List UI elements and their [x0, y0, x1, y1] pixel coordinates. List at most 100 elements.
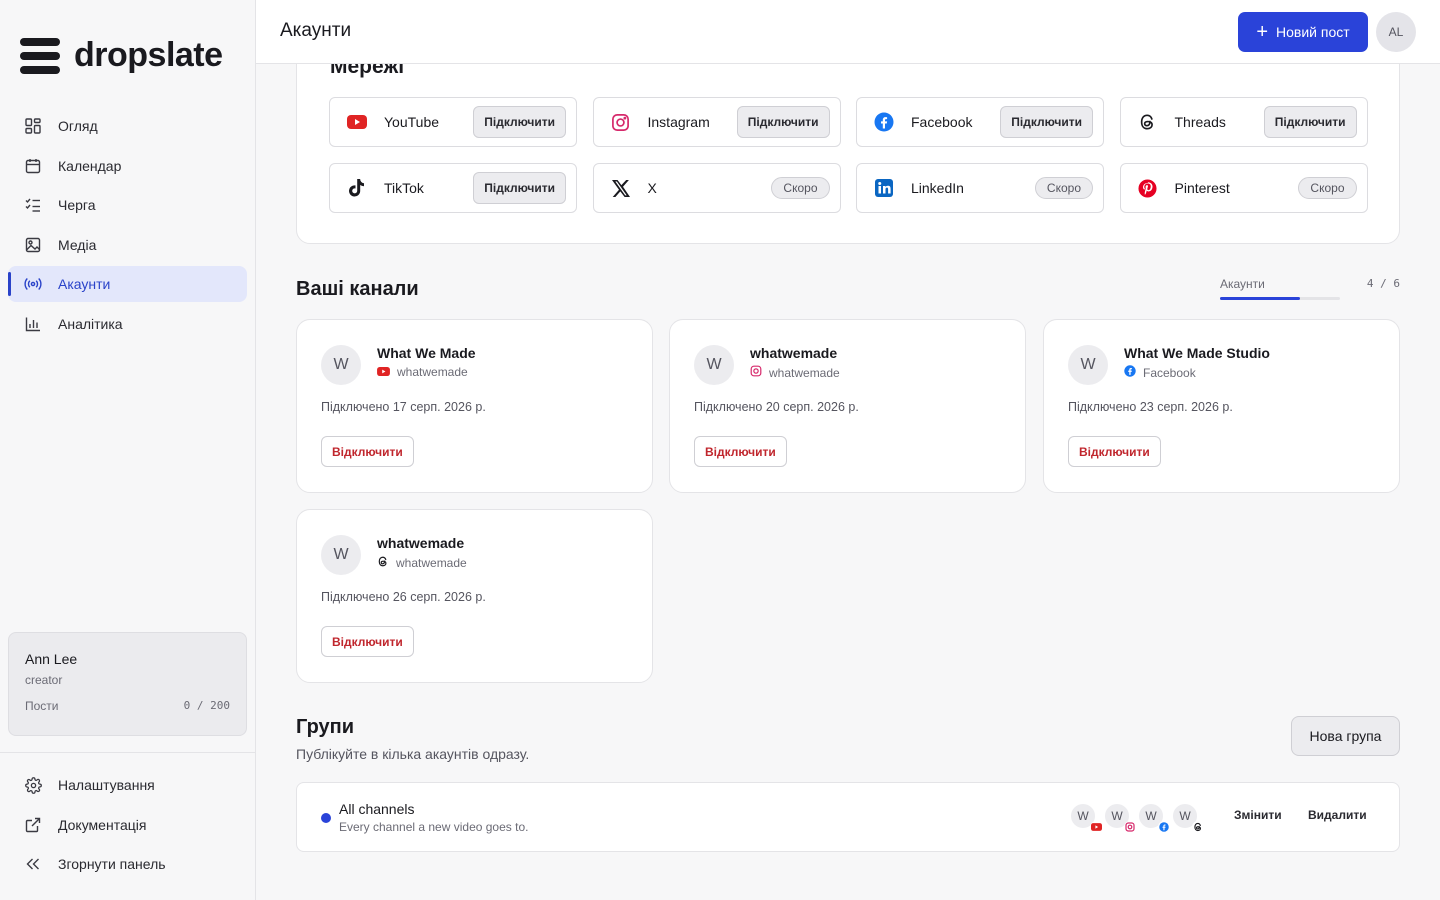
sidebar-item-docs[interactable]: Документація	[8, 807, 247, 843]
connect-facebook-button[interactable]: Підключити	[1000, 106, 1093, 138]
network-name: X	[647, 180, 657, 196]
delete-group-button[interactable]: Видалити	[1308, 808, 1367, 822]
brand-logo[interactable]: dropslate	[20, 36, 223, 75]
facebook-icon	[1124, 365, 1136, 380]
page-title: Акаунти	[280, 20, 352, 41]
threads-icon	[377, 555, 389, 571]
plus-icon: +	[1256, 21, 1269, 43]
sidebar-item-overview[interactable]: Огляд	[8, 108, 247, 144]
group-name: All channels	[339, 801, 415, 817]
sidebar: dropslate Огляд Календар Черга Медіа Ака…	[0, 0, 256, 900]
new-post-label: Новий пост	[1276, 24, 1350, 40]
channel-name: whatwemade	[750, 345, 838, 361]
member-initial: W	[1077, 809, 1089, 823]
channel-avatar: W	[694, 345, 734, 385]
sidebar-item-analytics[interactable]: Аналітика	[8, 306, 247, 342]
group-color-dot	[321, 813, 331, 823]
network-linkedin: LinkedIn Скоро	[856, 163, 1104, 213]
group-member-avatar: W	[1171, 802, 1204, 833]
quota-label: Акаунти	[1220, 277, 1265, 291]
youtube-icon	[1090, 821, 1102, 833]
main-content: Мережі YouTube Підключити Instagram Підк…	[256, 64, 1440, 900]
topbar: Акаунти + Новий пост AL	[256, 0, 1440, 64]
logo-mark-icon	[20, 37, 60, 74]
network-name: TikTok	[384, 180, 424, 196]
sidebar-item-label: Медіа	[58, 236, 97, 253]
sidebar-item-calendar[interactable]: Календар	[8, 148, 247, 184]
network-name: Threads	[1174, 114, 1226, 130]
channel-avatar: W	[321, 535, 361, 575]
threads-icon	[1137, 111, 1159, 133]
disconnect-button[interactable]: Відключити	[321, 436, 414, 467]
network-instagram: Instagram Підключити	[592, 97, 841, 147]
connect-tiktok-button[interactable]: Підключити	[473, 172, 566, 204]
network-name: YouTube	[384, 114, 440, 130]
sidebar-item-label: Документація	[58, 816, 147, 833]
user-posts-usage: Пости 0 / 200	[25, 699, 230, 713]
disconnect-button[interactable]: Відключити	[694, 436, 787, 467]
connect-threads-button[interactable]: Підключити	[1263, 106, 1357, 138]
instagram-icon	[750, 365, 762, 380]
network-name: Pinterest	[1174, 180, 1230, 196]
groups-subtitle: Публікуйте в кілька акаунтів одразу.	[296, 746, 530, 762]
coming-soon-badge: Скоро	[1298, 177, 1357, 199]
edit-group-button[interactable]: Змінити	[1234, 808, 1282, 822]
sidebar-item-label: Акаунти	[58, 276, 111, 292]
channel-handle: whatwemade	[377, 365, 468, 379]
quota-progress-bar	[1220, 297, 1340, 300]
network-grid: YouTube Підключити Instagram Підключити …	[329, 97, 1368, 213]
group-member-avatar: W	[1069, 802, 1102, 833]
x-icon	[610, 177, 632, 199]
connected-date: Підключено 20 серп. 2026 р.	[694, 400, 859, 414]
channel-card: W What We Made Studio Facebook Підключен…	[1043, 319, 1400, 493]
pinterest-icon	[1137, 177, 1159, 199]
channel-handle: whatwemade	[750, 365, 840, 380]
linkedin-icon	[873, 177, 895, 199]
sidebar-item-label: Огляд	[58, 118, 98, 134]
sidebar-item-label: Налаштування	[58, 777, 155, 793]
connected-date: Підключено 23 серп. 2026 р.	[1068, 400, 1233, 414]
posts-label: Пости	[25, 699, 59, 713]
connect-instagram-button[interactable]: Підключити	[736, 106, 830, 138]
coming-soon-badge: Скоро	[1034, 177, 1093, 199]
user-card[interactable]: Ann Lee creator Пости 0 / 200	[8, 632, 247, 736]
group-row[interactable]: All channels Every channel a new video g…	[296, 782, 1400, 852]
channel-handle: Facebook	[1124, 365, 1196, 380]
sidebar-item-queue[interactable]: Черга	[8, 187, 247, 223]
quota-progress-fill	[1220, 297, 1301, 300]
sidebar-item-accounts[interactable]: Акаунти	[8, 266, 247, 302]
member-initial: W	[1145, 809, 1157, 823]
channel-handle-text: whatwemade	[397, 365, 468, 379]
group-description: Every channel a new video goes to.	[339, 820, 529, 834]
bar-chart-icon	[24, 315, 42, 333]
quota-count: 4 / 6	[1366, 277, 1400, 290]
group-member-avatar: W	[1103, 802, 1136, 833]
channel-name: What We Made Studio	[1124, 345, 1270, 361]
networks-card: Мережі YouTube Підключити Instagram Підк…	[296, 64, 1400, 244]
youtube-icon	[346, 111, 368, 133]
new-group-button[interactable]: Нова група	[1291, 716, 1400, 756]
network-tiktok: TikTok Підключити	[329, 163, 577, 213]
disconnect-button[interactable]: Відключити	[1068, 436, 1161, 467]
network-pinterest: Pinterest Скоро	[1119, 163, 1368, 213]
avatar[interactable]: AL	[1376, 12, 1416, 52]
sidebar-item-label: Згорнути панель	[58, 856, 166, 872]
network-threads: Threads Підключити	[1119, 97, 1368, 147]
image-icon	[24, 236, 42, 254]
connect-youtube-button[interactable]: Підключити	[473, 106, 566, 138]
sidebar-item-media[interactable]: Медіа	[8, 227, 247, 263]
sidebar-collapse[interactable]: Згорнути панель	[8, 846, 247, 882]
sidebar-divider	[0, 752, 256, 753]
sidebar-item-settings[interactable]: Налаштування	[8, 767, 247, 803]
gear-icon	[24, 776, 42, 794]
channel-avatar: W	[1068, 345, 1108, 385]
network-name: Facebook	[911, 114, 973, 130]
new-post-button[interactable]: + Новий пост	[1238, 12, 1368, 52]
network-youtube: YouTube Підключити	[329, 97, 577, 147]
channel-name: What We Made	[377, 345, 476, 361]
connected-date: Підключено 26 серп. 2026 р.	[321, 590, 486, 604]
group-member-avatars: W W W W	[1069, 802, 1204, 833]
disconnect-button[interactable]: Відключити	[321, 626, 414, 657]
sidebar-item-label: Аналітика	[58, 315, 123, 332]
tiktok-icon	[346, 177, 368, 199]
